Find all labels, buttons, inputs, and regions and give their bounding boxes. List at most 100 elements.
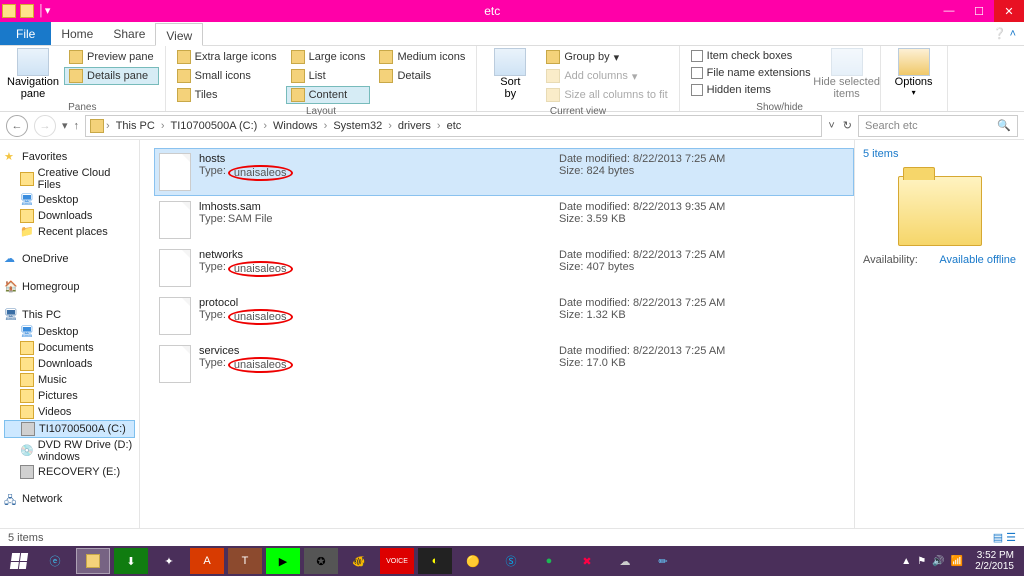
nav-item[interactable]: Videos bbox=[4, 404, 135, 420]
taskbar-app[interactable]: ✦ bbox=[152, 548, 186, 574]
breadcrumb[interactable]: drivers bbox=[394, 120, 435, 132]
nav-item[interactable]: Music bbox=[4, 372, 135, 388]
file-row[interactable]: protocol Type:unaisaleos Date modified: … bbox=[154, 292, 854, 340]
layout-details[interactable]: Details bbox=[374, 67, 470, 85]
file-ext-toggle[interactable]: File name extensions bbox=[686, 65, 816, 81]
taskbar-explorer[interactable] bbox=[76, 548, 110, 574]
taskbar-store[interactable]: ⬇ bbox=[114, 548, 148, 574]
tab-home[interactable]: Home bbox=[51, 22, 103, 45]
refresh-icon[interactable]: ↻ bbox=[843, 119, 852, 132]
file-icon bbox=[159, 249, 191, 287]
group-showhide-label: Show/hide bbox=[686, 102, 874, 113]
file-row[interactable]: hosts Type:unaisaleos Date modified: 8/2… bbox=[154, 148, 854, 196]
nav-item[interactable]: 🖥Desktop bbox=[4, 192, 135, 208]
nav-item[interactable]: RECOVERY (E:) bbox=[4, 464, 135, 480]
tab-view[interactable]: View bbox=[155, 23, 203, 46]
sort-by-button[interactable]: Sort by bbox=[483, 48, 537, 100]
address-bar[interactable]: › This PC› TI10700500A (C:)› Windows› Sy… bbox=[85, 115, 822, 137]
nav-onedrive[interactable]: ☁OneDrive bbox=[4, 252, 135, 266]
taskbar-app[interactable]: ✏ bbox=[646, 548, 680, 574]
file-type: Type:unaisaleos bbox=[199, 261, 559, 277]
breadcrumb[interactable]: Windows bbox=[269, 120, 322, 132]
nav-item[interactable]: 🖥Desktop bbox=[4, 324, 135, 340]
group-by-button[interactable]: Group by ▾ bbox=[541, 48, 672, 66]
taskbar-app[interactable]: ▶ bbox=[266, 548, 300, 574]
taskbar-app[interactable]: VOICE bbox=[380, 548, 414, 574]
breadcrumb[interactable]: This PC bbox=[112, 120, 159, 132]
item-checkboxes-toggle[interactable]: Item check boxes bbox=[686, 48, 816, 64]
tab-share[interactable]: Share bbox=[103, 22, 155, 45]
nav-network[interactable]: 🖧Network bbox=[4, 492, 135, 506]
availability-label: Availability: bbox=[863, 254, 918, 266]
tray-up-icon[interactable]: ▲ bbox=[901, 556, 911, 567]
file-type-circled: unaisaleos bbox=[228, 165, 293, 181]
nav-item[interactable]: 📁Recent places bbox=[4, 224, 135, 240]
nav-item[interactable]: Pictures bbox=[4, 388, 135, 404]
tray-icon[interactable]: 📶 bbox=[951, 556, 963, 567]
back-button[interactable]: ← bbox=[6, 115, 28, 137]
group-panes-label: Panes bbox=[6, 102, 159, 113]
taskbar-app[interactable]: ✖ bbox=[570, 548, 604, 574]
nav-favorites[interactable]: ★Favorites bbox=[4, 150, 135, 164]
taskbar-app[interactable]: 🐠 bbox=[342, 548, 376, 574]
file-row[interactable]: lmhosts.sam Type:SAM File Date modified:… bbox=[154, 196, 854, 244]
system-tray[interactable]: ▲ ⚑ 🔊 📶 3:52 PM 2/2/2015 bbox=[901, 550, 1020, 572]
nav-item[interactable]: Creative Cloud Files bbox=[4, 166, 135, 192]
details-pane-button[interactable]: Details pane bbox=[64, 67, 159, 85]
taskbar-app[interactable]: T bbox=[228, 548, 262, 574]
navigation-pane-button[interactable]: Navigation pane bbox=[6, 48, 60, 100]
start-button[interactable] bbox=[4, 548, 34, 574]
clock[interactable]: 3:52 PM 2/2/2015 bbox=[969, 550, 1020, 572]
nav-item[interactable]: Downloads bbox=[4, 208, 135, 224]
taskbar-app[interactable]: ✪ bbox=[304, 548, 338, 574]
chevron-down-icon[interactable]: ˅ bbox=[828, 120, 834, 132]
taskbar-app[interactable]: A bbox=[190, 548, 224, 574]
taskbar-app[interactable]: ◐ bbox=[418, 548, 452, 574]
recent-locations-button[interactable]: ▾ bbox=[62, 119, 68, 132]
layout-list[interactable]: List bbox=[286, 67, 371, 85]
nav-item-selected[interactable]: TI10700500A (C:) bbox=[4, 420, 135, 438]
breadcrumb[interactable]: TI10700500A (C:) bbox=[167, 120, 262, 132]
view-mode-icons[interactable]: ▤ ☰ bbox=[993, 531, 1016, 544]
status-item-count: 5 items bbox=[8, 532, 43, 544]
taskbar-ie[interactable]: ⓔ bbox=[38, 548, 72, 574]
preview-pane-button[interactable]: Preview pane bbox=[64, 48, 159, 66]
status-bar: 5 items ▤ ☰ bbox=[0, 528, 1024, 546]
nav-item[interactable]: 💿DVD RW Drive (D:) windows bbox=[4, 438, 135, 464]
layout-tiles[interactable]: Tiles bbox=[172, 86, 282, 104]
up-button[interactable]: ↑ bbox=[74, 120, 80, 132]
nav-item[interactable]: Documents bbox=[4, 340, 135, 356]
nav-item[interactable]: Downloads bbox=[4, 356, 135, 372]
layout-xl[interactable]: Extra large icons bbox=[172, 48, 282, 66]
file-name: networks bbox=[199, 249, 559, 261]
taskbar-app[interactable]: ☁ bbox=[608, 548, 642, 574]
layout-content[interactable]: Content bbox=[286, 86, 371, 104]
search-input[interactable]: Search etc🔍 bbox=[858, 115, 1018, 137]
maximize-button[interactable]: ☐ bbox=[964, 0, 994, 22]
hidden-items-toggle[interactable]: Hidden items bbox=[686, 82, 816, 98]
file-date: Date modified: 8/22/2013 7:25 AM bbox=[559, 345, 809, 357]
nav-this-pc[interactable]: 🖥This PC bbox=[4, 308, 135, 322]
availability-value[interactable]: Available offline bbox=[939, 254, 1016, 266]
tray-icon[interactable]: 🔊 bbox=[932, 556, 944, 567]
options-button[interactable]: Options▾ bbox=[887, 48, 941, 97]
taskbar-chrome[interactable]: 🟡 bbox=[456, 548, 490, 574]
tab-file[interactable]: File bbox=[0, 22, 51, 45]
layout-lg[interactable]: Large icons bbox=[286, 48, 371, 66]
file-size: Size: 824 bytes bbox=[559, 165, 809, 177]
layout-sm[interactable]: Small icons bbox=[172, 67, 282, 85]
help-icon[interactable]: ❔ ˄ bbox=[985, 22, 1024, 45]
file-name: hosts bbox=[199, 153, 559, 165]
file-row[interactable]: services Type:unaisaleos Date modified: … bbox=[154, 340, 854, 388]
folder-icon bbox=[90, 119, 104, 133]
minimize-button[interactable]: — bbox=[934, 0, 964, 22]
breadcrumb[interactable]: etc bbox=[443, 120, 466, 132]
layout-md[interactable]: Medium icons bbox=[374, 48, 470, 66]
breadcrumb[interactable]: System32 bbox=[329, 120, 386, 132]
file-row[interactable]: networks Type:unaisaleos Date modified: … bbox=[154, 244, 854, 292]
close-button[interactable]: ✕ bbox=[994, 0, 1024, 22]
nav-homegroup[interactable]: 🏠Homegroup bbox=[4, 280, 135, 294]
tray-icon[interactable]: ⚑ bbox=[917, 556, 926, 567]
taskbar-skype[interactable]: Ⓢ bbox=[494, 548, 528, 574]
taskbar-spotify[interactable]: ● bbox=[532, 548, 566, 574]
